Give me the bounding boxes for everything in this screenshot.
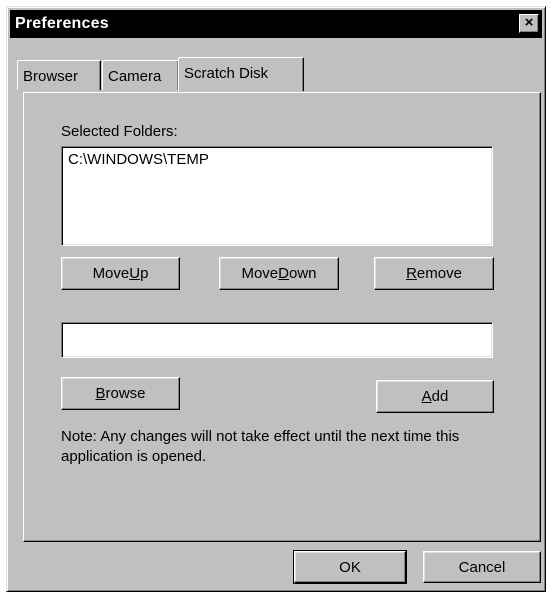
tab-browser-label: Browser <box>23 68 79 85</box>
add-label-post: dd <box>431 388 449 405</box>
move-down-button[interactable]: Move Down <box>219 257 339 290</box>
title-bar[interactable]: Preferences × <box>10 10 542 38</box>
tab-scratch-disk-label: Scratch Disk <box>184 65 269 82</box>
list-item[interactable]: C:\WINDOWS\TEMP <box>68 151 209 168</box>
browse-label-accel: B <box>95 385 106 402</box>
move-up-label-post: p <box>140 265 149 282</box>
move-down-label-post: own <box>289 265 317 282</box>
move-up-button[interactable]: Move Up <box>61 257 180 290</box>
note-text: Note: Any changes will not take effect u… <box>61 428 460 465</box>
scratch-disk-panel: Selected Folders: C:\WINDOWS\TEMP Move U… <box>23 92 541 542</box>
selected-folders-list[interactable]: C:\WINDOWS\TEMP <box>61 146 493 246</box>
tab-browser[interactable]: Browser <box>17 60 101 90</box>
selected-folders-label: Selected Folders: <box>61 123 178 140</box>
tab-scratch-disk[interactable]: Scratch Disk <box>178 57 304 91</box>
move-up-label-accel: U <box>129 265 141 282</box>
folder-path-input[interactable] <box>61 322 493 358</box>
remove-label-accel: R <box>406 265 417 282</box>
add-label-accel: A <box>421 388 432 405</box>
close-icon: × <box>524 14 534 31</box>
ok-button[interactable]: OK <box>293 550 407 584</box>
move-up-label-pre: Move <box>92 265 130 282</box>
add-button[interactable]: Add <box>376 380 494 413</box>
ok-button-label: OK <box>339 558 361 576</box>
tab-camera-label: Camera <box>108 68 162 85</box>
browse-button[interactable]: Browse <box>61 377 180 410</box>
tab-camera[interactable]: Camera <box>102 60 179 90</box>
browse-label-post: rowse <box>105 385 146 402</box>
remove-button[interactable]: Remove <box>374 257 494 290</box>
move-down-label-accel: D <box>278 265 289 282</box>
close-button[interactable]: × <box>519 14 539 33</box>
window-title: Preferences <box>15 15 109 32</box>
cancel-button[interactable]: Cancel <box>423 551 541 583</box>
preferences-window: Preferences × Browser Camera Scratch Dis… <box>6 6 546 592</box>
cancel-button-label: Cancel <box>458 558 506 576</box>
remove-label-post: emove <box>416 265 462 282</box>
move-down-label-pre: Move <box>241 265 279 282</box>
